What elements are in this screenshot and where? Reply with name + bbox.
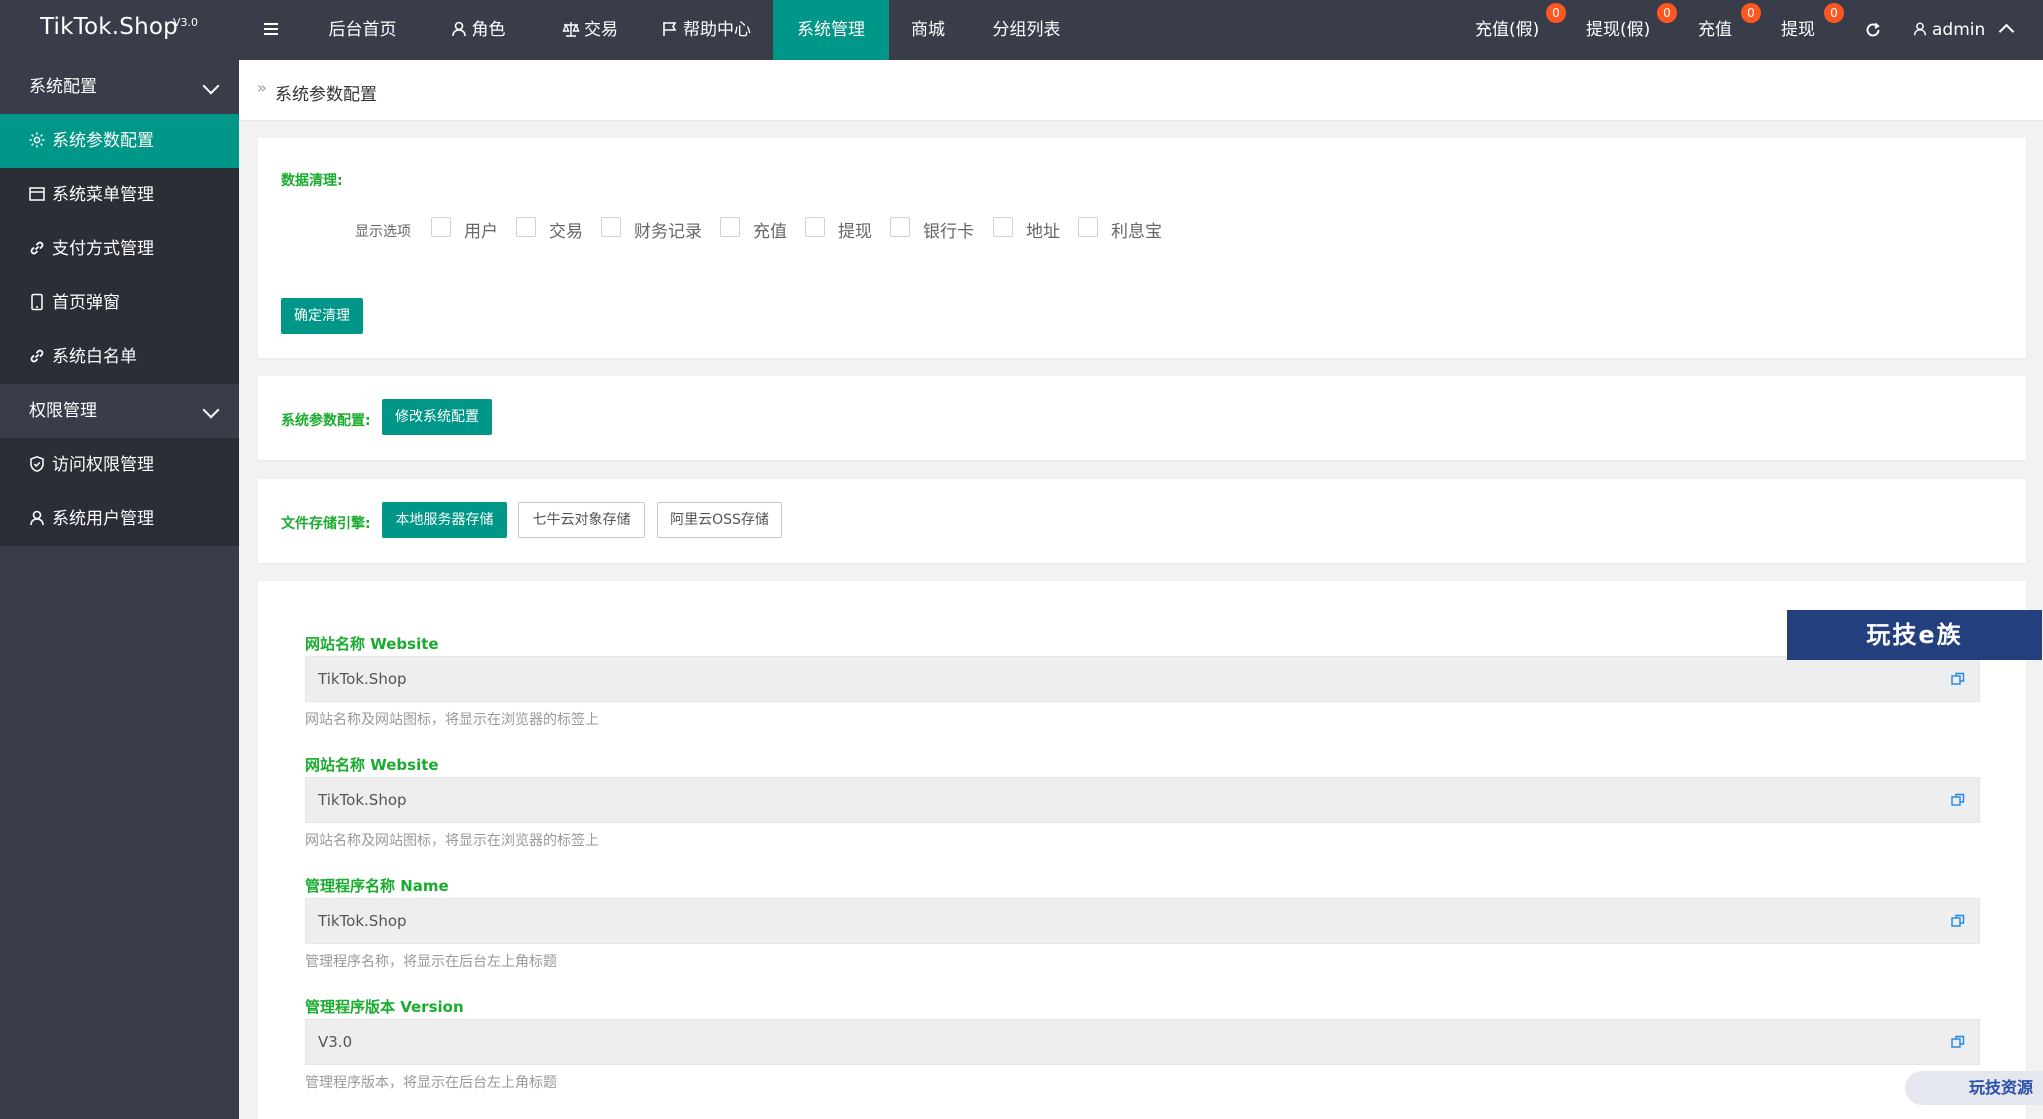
nav-withdraw[interactable]: 提现 <box>1781 0 1815 60</box>
logo[interactable]: TikTok.Shop V3.0 <box>0 0 239 60</box>
nav-fake-recharge[interactable]: 充值(假) <box>1475 0 1539 60</box>
sidebar-item-users[interactable]: 系统用户管理 <box>0 492 239 546</box>
sysconfig-card: 系统参数配置: 修改系统配置 <box>258 376 2026 460</box>
fake-withdraw-badge: 0 <box>1657 3 1677 23</box>
checkbox-label: 用户 <box>464 222 498 242</box>
storage-qiniu-button[interactable]: 七牛云对象存储 <box>518 502 645 538</box>
checkbox-withdraw[interactable] <box>805 217 825 237</box>
link-icon <box>30 241 44 255</box>
checkbox-label: 充值 <box>753 222 787 242</box>
nav-trade[interactable]: 交易 <box>540 0 640 60</box>
sidebar: 系统配置 系统参数配置 系统菜单管理 支付方式管理 首页弹窗 系统白名单 权限管… <box>0 60 239 1119</box>
chevron-down-icon <box>202 77 220 95</box>
menu-toggle-icon[interactable] <box>261 18 283 40</box>
confirm-cleanup-button[interactable]: 确定清理 <box>281 298 363 334</box>
field-help: 管理程序版本，将显示在后台左上角标题 <box>305 1075 557 1091</box>
sidebar-item-payment[interactable]: 支付方式管理 <box>0 222 239 276</box>
storage-card: 文件存储引擎: 本地服务器存储 七牛云对象存储 阿里云OSS存储 <box>258 479 2026 563</box>
chevron-down-icon <box>202 401 220 419</box>
sysconfig-title: 系统参数配置: <box>281 413 371 429</box>
nav-role[interactable]: 角色 <box>430 0 525 60</box>
storage-title: 文件存储引擎: <box>281 516 371 532</box>
checkbox-trade[interactable] <box>516 217 536 237</box>
recharge-badge: 0 <box>1741 3 1761 23</box>
sidebar-group-permission[interactable]: 权限管理 <box>0 384 239 438</box>
nav-home[interactable]: 后台首页 <box>309 0 416 60</box>
chevron-up-icon <box>1998 23 2014 40</box>
field-label: 网站名称 Website <box>305 635 439 653</box>
field-help: 网站名称及网站图标，将显示在浏览器的标签上 <box>305 833 599 849</box>
storage-aliyun-button[interactable]: 阿里云OSS存储 <box>657 502 782 538</box>
sidebar-group-system-config[interactable]: 系统配置 <box>0 60 239 114</box>
fake-recharge-badge: 0 <box>1546 3 1566 23</box>
storage-local-button[interactable]: 本地服务器存储 <box>382 502 507 538</box>
checkbox-interest[interactable] <box>1078 217 1098 237</box>
checkbox-label: 交易 <box>549 222 583 242</box>
app-version-input[interactable]: V3.0 <box>305 1019 1980 1065</box>
user-icon <box>1913 22 1927 36</box>
edit-config-button[interactable]: 修改系统配置 <box>382 399 492 435</box>
checkbox-bankcard[interactable] <box>890 217 910 237</box>
watermark-badge: 玩技资源 <box>1905 1071 2043 1105</box>
watermark-logo: 玩技e族 <box>1787 610 2042 660</box>
checkbox-label: 地址 <box>1026 222 1060 242</box>
app-name-input[interactable]: TikTok.Shop <box>305 898 1980 944</box>
nav-help[interactable]: 帮助中心 <box>652 0 760 60</box>
sidebar-item-access[interactable]: 访问权限管理 <box>0 438 239 492</box>
nav-mall[interactable]: 商城 <box>898 0 958 60</box>
checkbox-label: 财务记录 <box>634 222 702 242</box>
app-name: TikTok.Shop <box>40 14 178 40</box>
field-help: 管理程序名称，将显示在后台左上角标题 <box>305 954 557 970</box>
gear-icon <box>29 132 45 148</box>
nav-recharge[interactable]: 充值 <box>1698 0 1732 60</box>
sidebar-item-popup[interactable]: 首页弹窗 <box>0 276 239 330</box>
cleanup-title: 数据清理: <box>281 173 343 189</box>
nav-system[interactable]: 系统管理 <box>773 0 889 60</box>
copy-icon[interactable] <box>1951 793 1965 807</box>
website-name-input-2[interactable]: TikTok.Shop <box>305 777 1980 823</box>
copy-icon[interactable] <box>1951 672 1965 686</box>
options-label: 显示选项 <box>355 224 411 240</box>
checkbox-users[interactable] <box>431 217 451 237</box>
phone-icon <box>31 293 43 311</box>
checkbox-label: 利息宝 <box>1111 222 1162 242</box>
checkbox-recharge[interactable] <box>720 217 740 237</box>
website-name-input[interactable]: TikTok.Shop <box>305 656 1980 702</box>
copy-icon[interactable] <box>1951 1035 1965 1049</box>
double-chevron-icon: » <box>257 78 267 97</box>
settings-form-card: 网站名称 Website TikTok.Shop 网站名称及网站图标，将显示在浏… <box>258 581 2026 1119</box>
copy-icon[interactable] <box>1951 914 1965 928</box>
sidebar-item-whitelist[interactable]: 系统白名单 <box>0 330 239 384</box>
username: admin <box>1932 20 1986 40</box>
user-icon <box>451 21 466 37</box>
shield-icon <box>30 456 44 472</box>
flag-icon <box>663 22 677 36</box>
scale-icon <box>562 22 580 37</box>
field-label: 管理程序版本 Version <box>305 998 464 1016</box>
checkbox-address[interactable] <box>993 217 1013 237</box>
link-icon <box>30 349 44 363</box>
nav-group-list[interactable]: 分组列表 <box>980 0 1073 60</box>
cleanup-card: 数据清理: 显示选项 用户 交易 财务记录 充值 提现 银行卡 地址 利息宝 确… <box>258 138 2026 358</box>
app-version: V3.0 <box>173 16 199 29</box>
nav-fake-withdraw[interactable]: 提现(假) <box>1586 0 1650 60</box>
sidebar-item-menu-manage[interactable]: 系统菜单管理 <box>0 168 239 222</box>
field-help: 网站名称及网站图标，将显示在浏览器的标签上 <box>305 712 599 728</box>
breadcrumb: » 系统参数配置 <box>239 60 2043 121</box>
sidebar-item-system-params[interactable]: 系统参数配置 <box>0 114 239 168</box>
refresh-icon[interactable] <box>1864 21 1882 39</box>
user-icon <box>30 510 44 526</box>
user-menu[interactable]: admin <box>1912 0 2024 60</box>
checkbox-finance[interactable] <box>601 217 621 237</box>
breadcrumb-current[interactable]: 系统参数配置 <box>275 80 377 105</box>
field-label: 网站名称 Website <box>305 756 439 774</box>
checkbox-label: 银行卡 <box>923 222 974 242</box>
withdraw-badge: 0 <box>1824 3 1844 23</box>
field-label: 管理程序名称 Name <box>305 877 449 895</box>
menu-icon <box>29 187 45 201</box>
checkbox-label: 提现 <box>838 222 872 242</box>
